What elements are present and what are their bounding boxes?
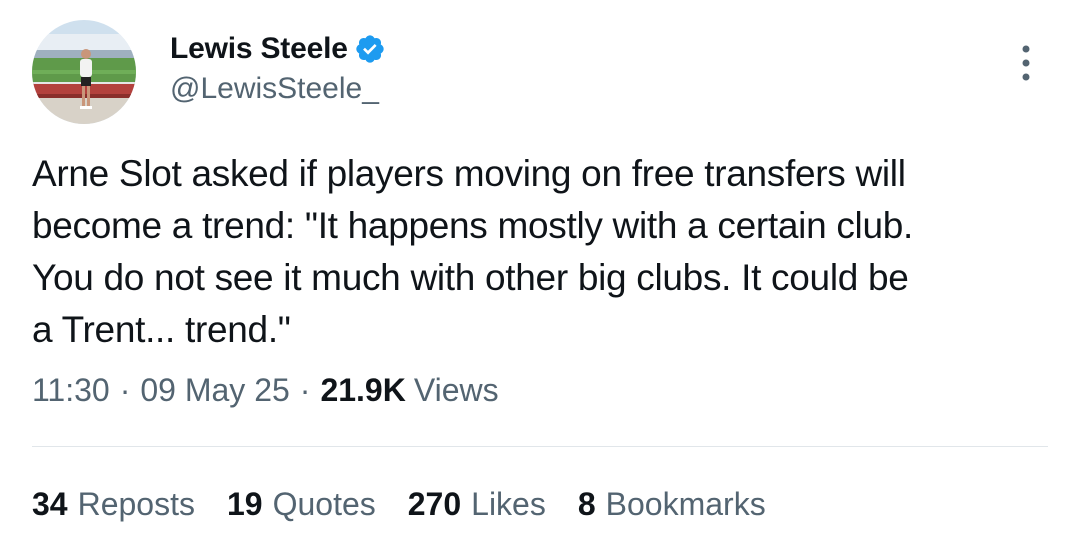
engagement-stats: 34 Reposts 19 Quotes 270 Likes 8 Bookmar… <box>32 486 798 523</box>
avatar[interactable] <box>32 20 136 124</box>
tweet-date[interactable]: 09 May 25 <box>140 372 289 409</box>
reposts-count: 34 <box>32 486 68 522</box>
tweet-text: Arne Slot asked if players moving on fre… <box>32 153 913 350</box>
meta-separator: · <box>299 372 311 408</box>
quotes-stat[interactable]: 19 Quotes <box>227 486 376 523</box>
divider <box>32 446 1048 447</box>
bookmarks-count: 8 <box>577 486 596 522</box>
reposts-stat[interactable]: 34 Reposts <box>32 486 195 523</box>
reposts-label: Reposts <box>77 486 195 522</box>
bookmarks-label: Bookmarks <box>605 486 766 522</box>
avatar-photo <box>32 20 136 124</box>
quotes-label: Quotes <box>272 486 376 522</box>
meta-separator: · <box>119 372 131 408</box>
verified-badge-icon <box>354 33 386 65</box>
likes-count: 270 <box>407 486 462 522</box>
tweet-time[interactable]: 11:30 <box>32 372 110 409</box>
author-handle[interactable]: @LewisSteele_ <box>170 72 379 106</box>
views-label[interactable]: Views <box>414 372 499 409</box>
views-count[interactable]: 21.9K <box>320 372 405 409</box>
quotes-count: 19 <box>226 486 263 522</box>
more-vertical-icon[interactable] <box>1016 44 1036 82</box>
tweet-meta: 11:30 · 09 May 25 · 21.9K Views <box>32 372 499 409</box>
author-name[interactable]: Lewis Steele <box>170 32 348 66</box>
likes-stat[interactable]: 270 Likes <box>408 486 546 523</box>
tweet-header: Lewis Steele @LewisSteele_ <box>32 20 1048 130</box>
bookmarks-stat[interactable]: 8 Bookmarks <box>578 486 766 523</box>
likes-label: Likes <box>471 486 546 522</box>
author-name-row[interactable]: Lewis Steele <box>170 28 386 70</box>
